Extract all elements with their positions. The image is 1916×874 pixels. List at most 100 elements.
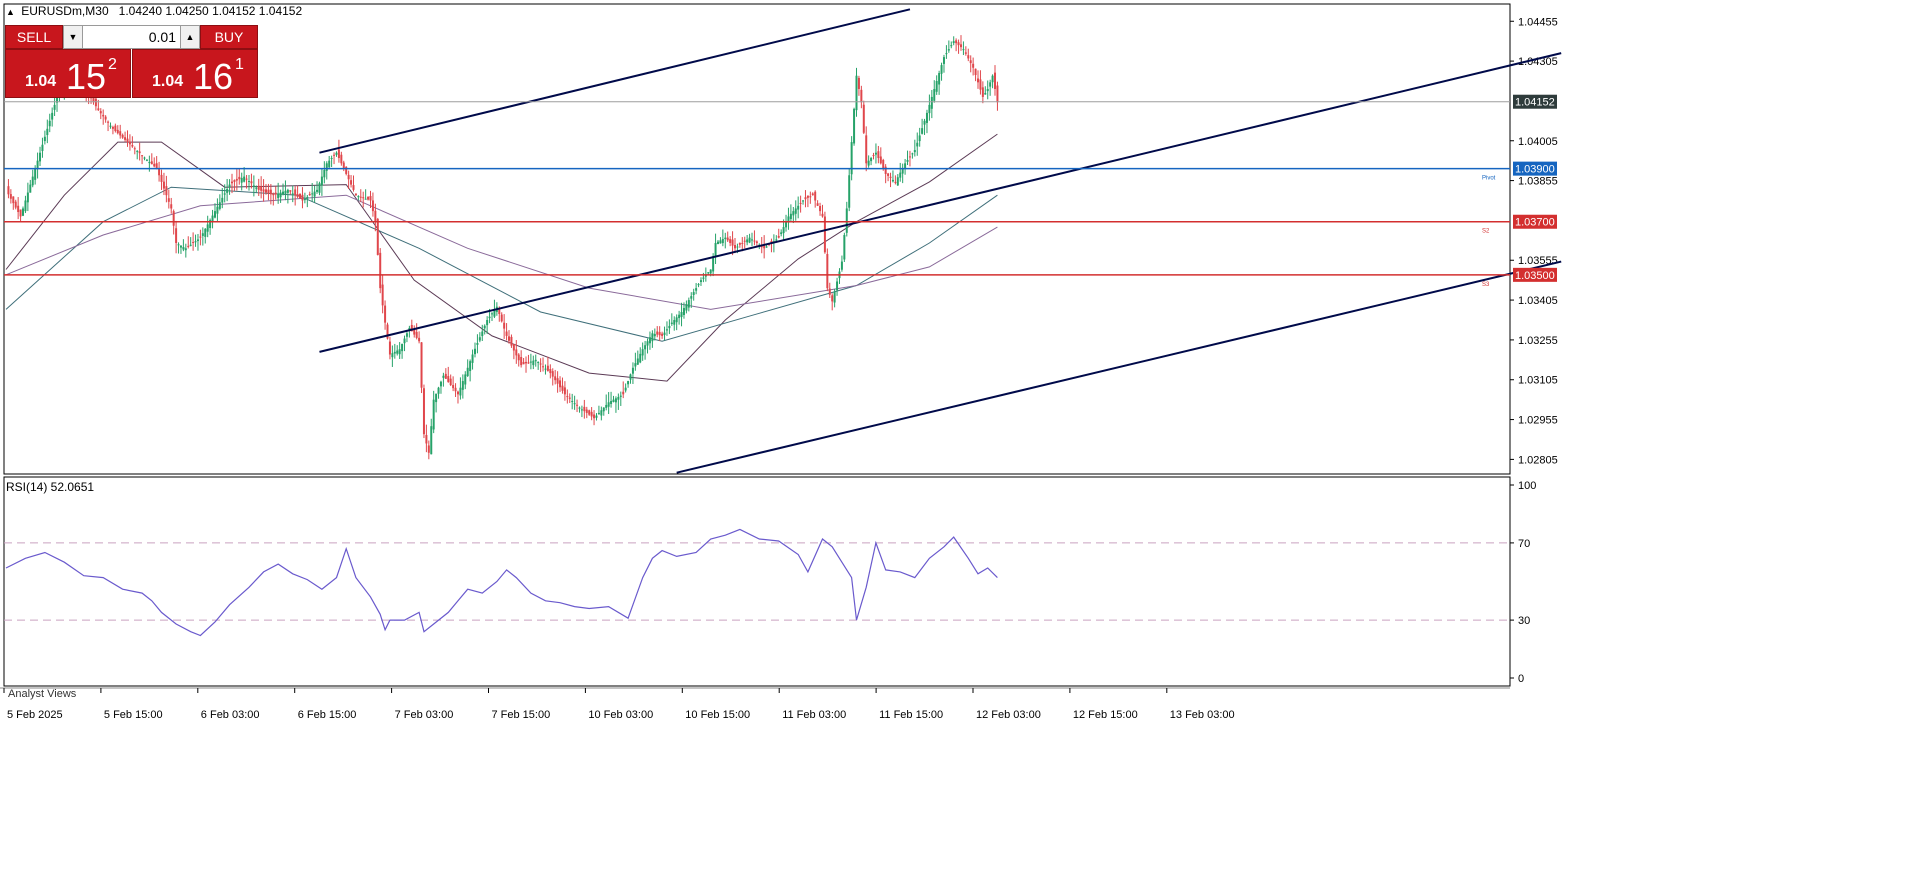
- candle-body: [430, 426, 433, 455]
- candle-body: [950, 45, 953, 47]
- candle-body: [571, 400, 574, 402]
- candle-body: [41, 144, 44, 151]
- candle-body: [865, 135, 868, 164]
- candle-body: [877, 151, 880, 159]
- moving-average-line: [5, 133, 998, 382]
- candle-body: [121, 134, 124, 138]
- candle-body: [814, 191, 817, 201]
- candle-body: [359, 196, 362, 198]
- candle-body: [350, 180, 353, 185]
- candle-body: [726, 237, 729, 241]
- candle-body: [422, 388, 425, 435]
- candle-body: [393, 351, 396, 354]
- candle-body: [131, 145, 134, 147]
- one-click-trading-panel: SELL ▼ ▲ BUY 1.04 15 2 1.04 16 1: [5, 25, 258, 98]
- candle-body: [906, 160, 909, 162]
- candle-body: [580, 409, 583, 411]
- candle-body: [381, 284, 384, 306]
- candle-body: [687, 300, 690, 308]
- candle-body: [780, 232, 783, 235]
- candle-body: [248, 181, 250, 183]
- candle-body: [913, 150, 916, 153]
- candle-body: [670, 322, 673, 324]
- candle-body: [250, 181, 253, 184]
- candle-body: [128, 141, 131, 145]
- candle-body: [260, 186, 263, 191]
- candle-body: [508, 336, 511, 341]
- candle-body: [364, 198, 367, 200]
- candle-body: [449, 378, 452, 386]
- candle-body: [228, 184, 231, 187]
- analyst-views-tab[interactable]: Analyst Views: [8, 688, 76, 700]
- candle-body: [347, 174, 350, 180]
- candle-body: [938, 73, 941, 85]
- candle-body: [680, 312, 683, 317]
- candle-body: [925, 112, 928, 123]
- price-axis-label: 1.04455: [1518, 16, 1558, 28]
- lot-size-input[interactable]: [83, 25, 180, 49]
- candle-body: [819, 205, 822, 212]
- time-axis-label: 13 Feb 03:00: [1170, 709, 1235, 721]
- candle-body: [563, 387, 566, 395]
- price-axis-label: 1.04005: [1518, 136, 1558, 148]
- candle-body: [889, 176, 892, 178]
- candle-body: [634, 363, 637, 367]
- buy-button[interactable]: BUY: [200, 25, 258, 49]
- candle-body: [994, 72, 997, 89]
- candle-body: [187, 245, 190, 247]
- time-axis-label: 5 Feb 2025: [7, 709, 63, 721]
- candle-body: [860, 89, 863, 103]
- candle-body: [476, 343, 479, 345]
- candle-body: [435, 393, 438, 403]
- candle-body: [403, 338, 406, 344]
- sell-button[interactable]: SELL: [5, 25, 63, 49]
- candle-body: [955, 40, 958, 44]
- candle-body: [36, 160, 39, 169]
- candle-body: [746, 239, 749, 243]
- candle-body: [491, 313, 493, 315]
- candle-body: [160, 174, 163, 182]
- rsi-axis-label: 0: [1518, 673, 1524, 685]
- level-name-label: S3: [1482, 282, 1490, 288]
- lot-decrease-icon[interactable]: ▼: [63, 25, 83, 49]
- candle-body: [335, 152, 338, 155]
- candle-body: [299, 193, 302, 199]
- candle-body: [204, 228, 207, 237]
- candle-body: [12, 196, 15, 204]
- candle-body: [175, 228, 178, 243]
- candle-body: [947, 49, 950, 51]
- candle-body: [802, 200, 805, 202]
- candle-body: [221, 197, 224, 203]
- candle-body: [14, 201, 17, 208]
- candle-body: [843, 235, 846, 260]
- candle-body: [712, 256, 715, 272]
- lot-increase-icon[interactable]: ▲: [180, 25, 200, 49]
- candle-body: [556, 378, 559, 384]
- candle-body: [192, 241, 195, 243]
- candle-body: [836, 281, 839, 291]
- candle-body: [420, 342, 423, 388]
- candle-body: [682, 308, 685, 316]
- candle-body: [291, 193, 294, 195]
- candle-body: [792, 211, 795, 216]
- candle-body: [398, 349, 401, 355]
- rsi-window-frame: [3, 476, 1511, 687]
- collapse-triangle-icon[interactable]: ▲: [6, 7, 15, 17]
- candle-body: [384, 305, 387, 323]
- candle-body: [981, 87, 984, 97]
- candle-body: [794, 208, 797, 214]
- candle-body: [734, 245, 736, 249]
- candle-body: [153, 163, 156, 167]
- candle-body: [593, 414, 596, 419]
- candle-body: [461, 381, 464, 390]
- candle-body: [179, 245, 182, 248]
- candle-body: [488, 316, 491, 319]
- price-axis-label: 1.03105: [1518, 375, 1558, 387]
- candle-body: [138, 151, 141, 154]
- candle-body: [882, 159, 885, 169]
- candle-body: [124, 137, 127, 140]
- sell-price-box[interactable]: 1.04 15 2: [5, 49, 131, 98]
- candle-body: [658, 332, 661, 336]
- buy-price-box[interactable]: 1.04 16 1: [132, 49, 258, 98]
- candle-body: [454, 387, 457, 392]
